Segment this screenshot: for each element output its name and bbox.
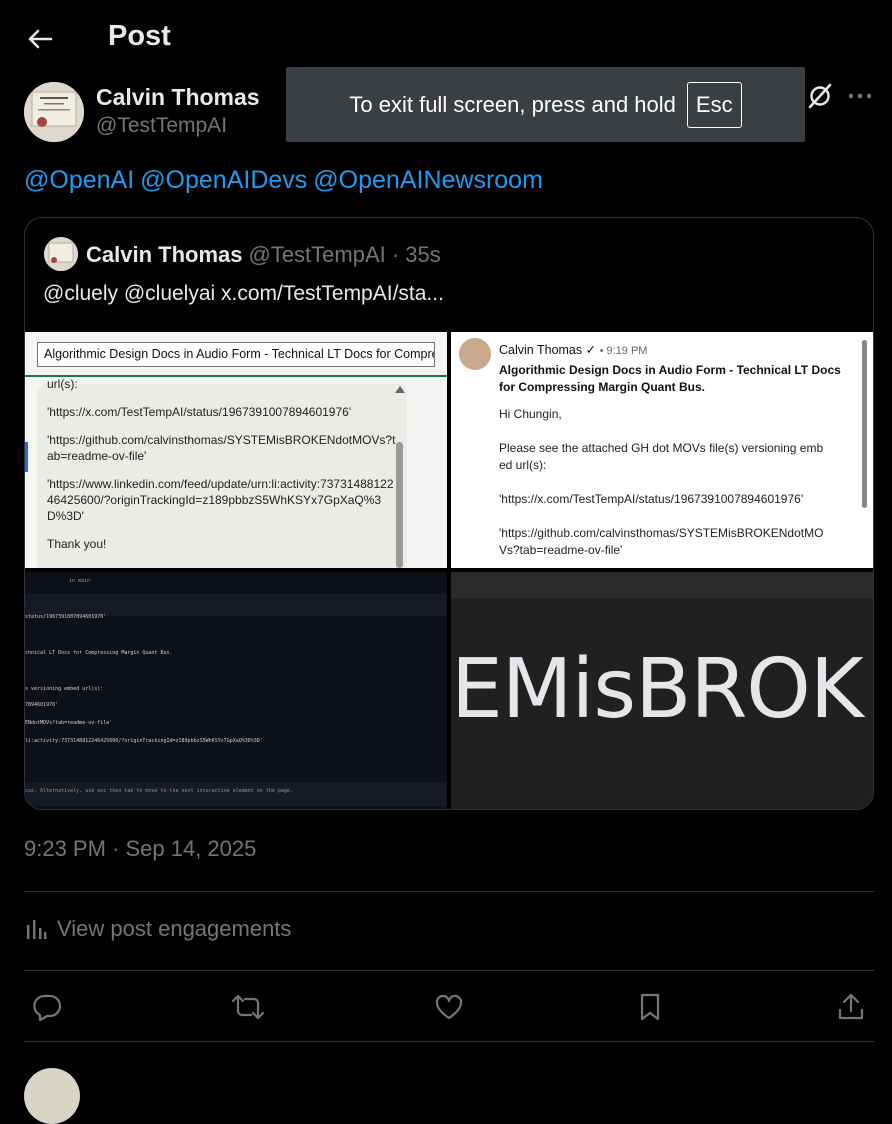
code-line: cus. Alternatively, use esc then tab to … [25, 788, 293, 794]
media-tile-2[interactable]: Calvin Thomas ✓ • 9:19 PM Algorithmic De… [451, 332, 873, 568]
code-line: chnical LT Docs for Compressing Margin Q… [25, 650, 173, 656]
mention-link[interactable]: @OpenAI [24, 166, 134, 194]
email-body: url(s): 'https://x.com/TestTempAI/status… [37, 377, 407, 568]
post-text: @OpenAI @OpenAIDevs @OpenAINewsroom [24, 166, 549, 195]
bookmark-icon [640, 993, 660, 1021]
email-body: Hi Chungin, Please see the attached GH d… [499, 406, 829, 568]
verified-icon: ✓ [585, 343, 597, 357]
doc-line: 'https://github.com/calvinsthomas/SYSTEM… [47, 433, 396, 463]
back-button[interactable] [24, 22, 56, 56]
repost-icon [231, 994, 265, 1020]
email-line: Please see the attached GH dot MOVs file… [499, 441, 824, 472]
code-line: li:activity:7373148812246425600/?originT… [25, 738, 263, 744]
divider [24, 891, 874, 892]
grok-icon [808, 83, 832, 109]
top-band [451, 572, 873, 598]
sent-time: • 9:19 PM [599, 345, 648, 357]
doc-line: url(s): [47, 377, 78, 391]
quoted-author-name: Calvin Thomas [86, 242, 243, 267]
bookmark-button[interactable] [632, 989, 668, 1025]
subject-bar: Algorithmic Design Docs in Audio Form - … [37, 342, 435, 367]
sidebar-accent [25, 442, 28, 472]
view-engagements-link[interactable]: View post engagements [24, 916, 291, 942]
email-line: 'https://github.com/calvinsthomas/SYSTEM… [499, 526, 824, 557]
code-line: s versioning embed url(s): [25, 686, 104, 692]
more-button[interactable] [846, 84, 874, 108]
sender-line: Calvin Thomas ✓ • 9:19 PM [499, 342, 647, 357]
post-timestamp[interactable]: 9:23 PM · Sep 14, 2025 [24, 836, 256, 862]
reply-button[interactable] [29, 989, 65, 1025]
sender-name: Calvin Thomas [499, 343, 583, 357]
engagements-label: View post engagements [57, 916, 292, 941]
code-line: status/1967391007894601976' [25, 614, 107, 620]
email-line: Hi Chungin, [499, 407, 562, 421]
media-tile-3[interactable]: in main status/1967391007894601976' chni… [25, 572, 447, 809]
scrollbar [862, 340, 867, 508]
like-button[interactable] [431, 989, 467, 1025]
reply-icon [33, 994, 62, 1021]
more-icon [848, 93, 872, 99]
divider [24, 1041, 874, 1042]
fullscreen-toast: To exit full screen, press and hold Esc [286, 67, 805, 142]
esc-key: Esc [686, 81, 742, 128]
page-title: Post [108, 20, 171, 52]
quoted-author: Calvin Thomas @TestTempAI · 35s [86, 242, 441, 268]
code-line: 7894601976' [25, 702, 59, 708]
branch-label: in main [69, 578, 91, 584]
sender-avatar [459, 338, 491, 370]
author-avatar[interactable] [24, 82, 84, 142]
grok-button[interactable] [805, 80, 835, 112]
author-handle[interactable]: @TestTempAI [96, 114, 227, 138]
email-line: 'https://x.com/TestTempAI/status/1967391… [499, 492, 804, 506]
media-tile-4[interactable]: EMisBROK [451, 572, 873, 809]
email-subject: Algorithmic Design Docs in Audio Form - … [499, 363, 841, 394]
divider [24, 970, 874, 971]
doc-line: 'https://x.com/TestTempAI/status/1967391… [47, 405, 352, 419]
share-button[interactable] [833, 989, 869, 1025]
quoted-post[interactable]: Calvin Thomas @TestTempAI · 35s @cluely @… [24, 217, 874, 810]
quoted-avatar [44, 237, 78, 271]
quoted-handle-time: @TestTempAI · 35s [248, 242, 441, 267]
like-icon [435, 994, 463, 1020]
stripe [25, 594, 447, 616]
repost-button[interactable] [230, 989, 266, 1025]
zoomed-text: EMisBROK [451, 642, 864, 737]
footer-stripe [25, 782, 447, 806]
doc-line: 'https://www.linkedin.com/feed/update/ur… [47, 477, 394, 523]
media-tile-1[interactable]: Algorithmic Design Docs in Audio Form - … [25, 332, 447, 568]
media-grid: Algorithmic Design Docs in Audio Form - … [25, 332, 873, 809]
toast-text: To exit full screen, press and hold [349, 91, 676, 117]
analytics-icon [27, 920, 47, 939]
share-icon [838, 993, 864, 1020]
mention-link[interactable]: @OpenAINewsroom [313, 166, 543, 194]
reply-composer-avatar[interactable] [24, 1068, 80, 1124]
scrollbar [396, 442, 403, 568]
mention-link[interactable]: @OpenAIDevs [140, 166, 307, 194]
back-arrow-icon [28, 29, 53, 49]
scroll-up-icon [395, 386, 405, 393]
code-screenshot: in main status/1967391007894601976' chni… [25, 572, 447, 809]
code-line: ENdotMOVs?tab=readme-ov-file' [25, 720, 113, 726]
doc-line: Thank you! [47, 537, 107, 551]
quoted-text: @cluely @cluelyai x.com/TestTempAI/sta..… [43, 282, 444, 305]
author-name[interactable]: Calvin Thomas [96, 84, 260, 111]
